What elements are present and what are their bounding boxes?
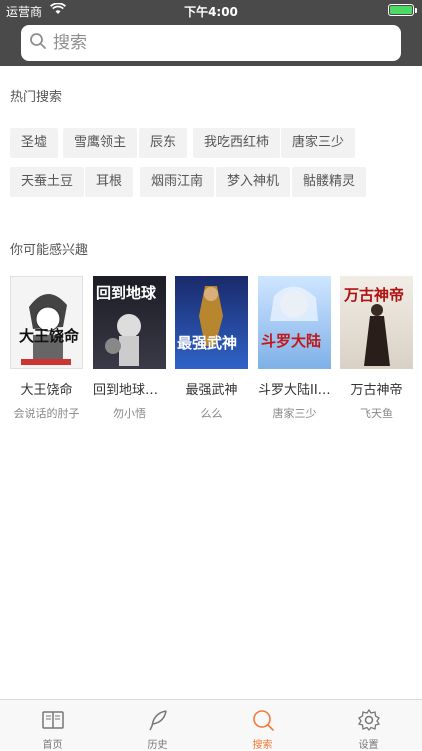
book-cover-text: 斗罗大陆 xyxy=(261,332,322,350)
clock: 下午4:00 xyxy=(184,5,238,19)
tab-label: 搜索 xyxy=(252,740,273,751)
tab-label: 设置 xyxy=(358,740,379,751)
hot-tag[interactable]: 耳根 xyxy=(85,167,134,197)
hot-tag[interactable]: 圣墟 xyxy=(10,128,59,158)
book-title: 斗罗大陆III龙王传说 xyxy=(258,383,331,398)
book-author: 会说话的肘子 xyxy=(13,407,80,420)
book-item[interactable]: 斗罗大陆 斗罗大陆III龙王传说 唐家三少 xyxy=(258,276,331,421)
book-cover-text: 回到地球 xyxy=(96,284,157,302)
hot-tag[interactable]: 烟雨江南 xyxy=(140,167,215,197)
book-cover: 斗罗大陆 xyxy=(258,276,331,369)
recommend-title: 你可能感兴趣 xyxy=(10,243,89,258)
book-title: 回到地球当神棍 xyxy=(93,383,166,398)
hot-search-title: 热门搜索 xyxy=(10,90,63,105)
tab-bar: 首页 历史 搜索 设置 xyxy=(0,699,422,751)
book-item[interactable]: 最强武神 最强武神 么么 xyxy=(175,276,248,421)
tab-history[interactable]: 历史 xyxy=(105,700,210,751)
book-cover-text: 万古神帝 xyxy=(344,286,405,304)
book-item[interactable]: 大王饶命 大王饶命 会说话的肘子 xyxy=(10,276,83,421)
book-title: 万古神帝 xyxy=(350,383,403,398)
status-bar: 运营商 下午4:00 xyxy=(0,0,422,20)
search-input[interactable] xyxy=(53,33,383,53)
book-cover: 万古神帝 xyxy=(340,276,413,369)
book-author: 飞天鱼 xyxy=(360,407,393,420)
tab-label: 首页 xyxy=(42,740,63,751)
book-item[interactable]: 万古神帝 万古神帝 飞天鱼 xyxy=(340,276,413,421)
recommend-list: 大王饶命 大王饶命 会说话的肘子 回到地球 回到地球当神棍 勿小悟 最强武神 最… xyxy=(10,276,422,426)
hot-tag[interactable]: 天蚕土豆 xyxy=(10,167,85,197)
hot-tag[interactable]: 辰东 xyxy=(139,128,188,158)
tab-settings[interactable]: 设置 xyxy=(316,700,421,751)
battery-tip xyxy=(415,8,417,13)
book-cover: 最强武神 xyxy=(175,276,248,369)
book-title: 大王饶命 xyxy=(20,383,73,398)
search-box[interactable] xyxy=(21,25,401,61)
hot-tag[interactable]: 唐家三少 xyxy=(281,128,356,158)
hot-tag[interactable]: 骷髅精灵 xyxy=(292,167,367,197)
search-header xyxy=(0,20,422,66)
book-cover: 回到地球 xyxy=(93,276,166,369)
book-cover-text: 最强武神 xyxy=(177,334,238,352)
tab-home[interactable]: 首页 xyxy=(0,700,105,751)
tab-label: 历史 xyxy=(147,740,168,751)
battery-icon xyxy=(388,4,414,16)
book-title: 最强武神 xyxy=(185,383,238,398)
hot-tag[interactable]: 梦入神机 xyxy=(216,167,291,197)
book-author: 唐家三少 xyxy=(272,407,317,420)
book-author: 么么 xyxy=(200,407,223,420)
hot-tag[interactable]: 雪鹰领主 xyxy=(63,128,138,158)
hot-tag[interactable]: 我吃西红柿 xyxy=(193,128,281,158)
book-cover: 大王饶命 xyxy=(10,276,83,369)
book-cover-text: 大王饶命 xyxy=(19,327,80,345)
book-item[interactable]: 回到地球 回到地球当神棍 勿小悟 xyxy=(93,276,166,421)
search-icon xyxy=(29,32,47,54)
tab-search[interactable]: 搜索 xyxy=(210,700,315,751)
book-author: 勿小悟 xyxy=(113,407,146,420)
